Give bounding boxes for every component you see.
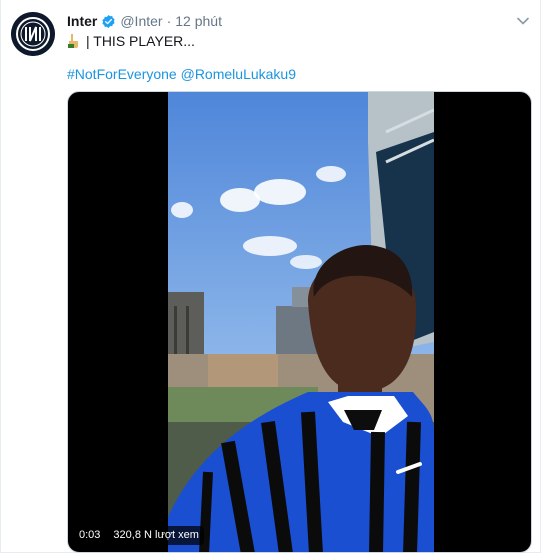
video-frame[interactable] bbox=[168, 92, 434, 552]
author-name[interactable]: Inter bbox=[67, 13, 97, 29]
elapsed-time-badge: 0:03 bbox=[74, 526, 106, 545]
tweet-body-text: | THIS PLAYER... bbox=[86, 33, 195, 49]
mention-link[interactable]: @RomeluLukaku9 bbox=[181, 66, 296, 82]
tweet-text: | THIS PLAYER... bbox=[67, 33, 195, 49]
verified-badge-icon bbox=[102, 14, 115, 28]
author-handle[interactable]: @Inter bbox=[120, 13, 162, 29]
chevron-down-icon[interactable] bbox=[515, 13, 531, 29]
inter-logo-icon bbox=[11, 12, 55, 56]
video-thumbnail bbox=[168, 92, 434, 552]
tweet-links: #NotForEveryone @RomeluLukaku9 bbox=[67, 66, 296, 82]
hashtag-link[interactable]: #NotForEveryone bbox=[67, 66, 177, 82]
timestamp[interactable]: 12 phút bbox=[175, 13, 222, 29]
tweet-header: Inter @Inter · 12 phút bbox=[67, 11, 222, 31]
pointing-hand-emoji-icon bbox=[68, 34, 78, 48]
video-overlay-badges: 0:03 320,8 N lượt xem bbox=[74, 526, 204, 545]
view-count-badge: 320,8 N lượt xem bbox=[108, 526, 204, 545]
tweet-card[interactable]: Inter @Inter · 12 phút | THIS PLAYER... … bbox=[0, 0, 541, 553]
video-player[interactable]: 0:03 320,8 N lượt xem bbox=[67, 91, 532, 553]
avatar[interactable] bbox=[11, 12, 55, 56]
separator-dot: · bbox=[166, 13, 172, 29]
